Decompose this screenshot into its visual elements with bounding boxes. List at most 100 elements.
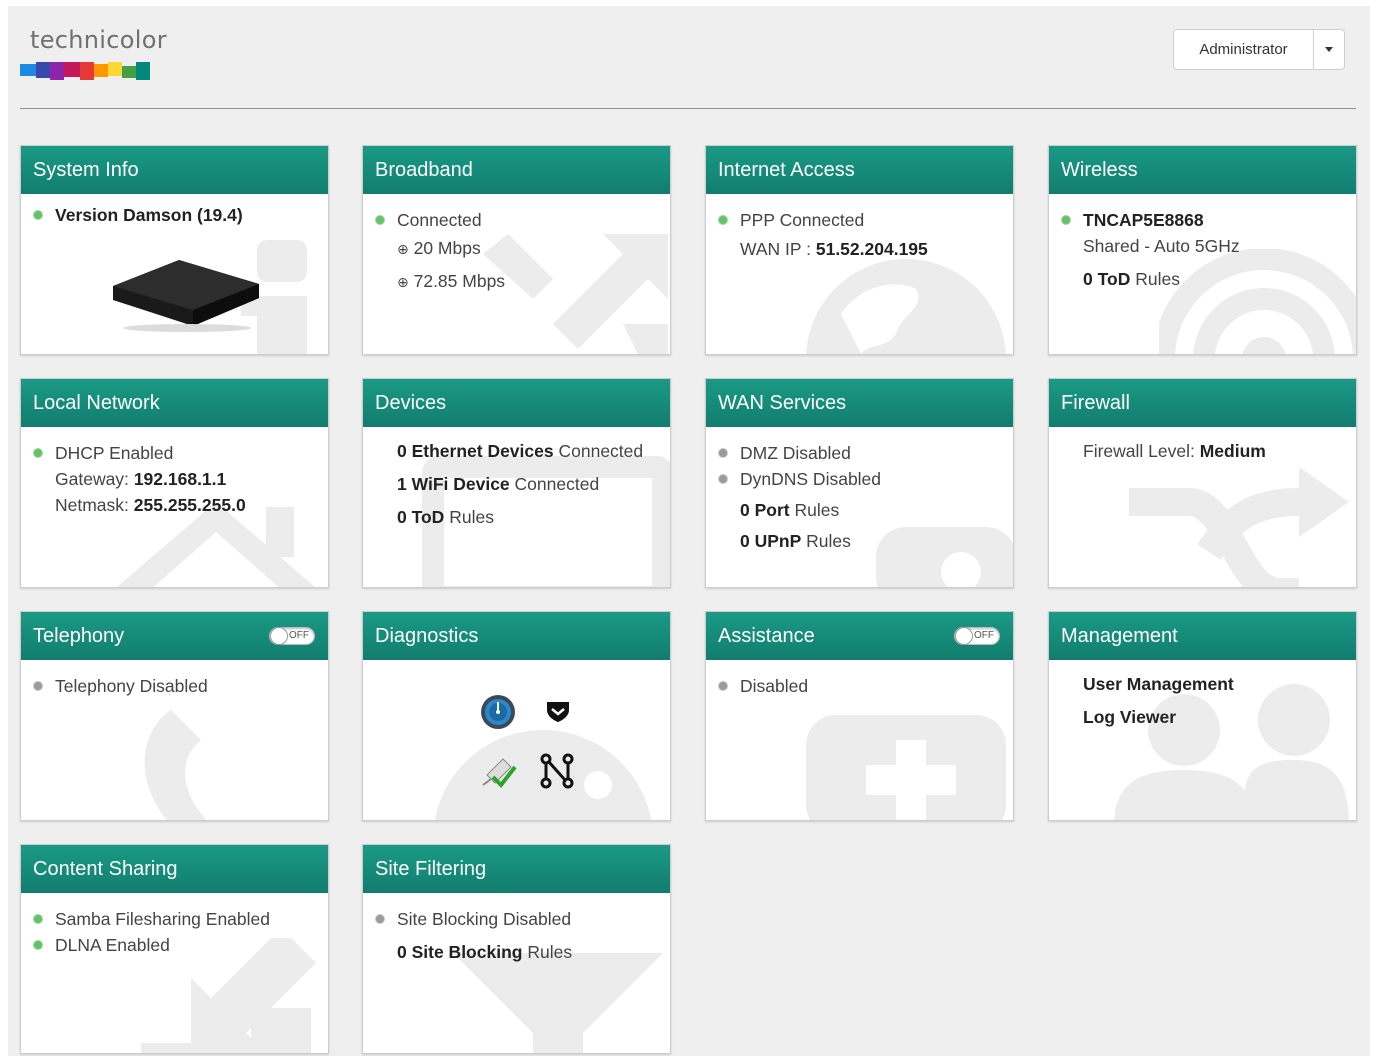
site-blocking-count: 0 Site Blocking [397,942,523,962]
card-title[interactable]: Content Sharing [21,845,328,893]
user-management-label[interactable]: User Management [1083,674,1234,694]
status-dot [718,448,728,458]
gateway-label: Gateway: [55,469,129,489]
firewall-level-label: Firewall Level: [1083,441,1195,461]
assistance-status: Disabled [740,676,809,696]
samba-line: Samba Filesharing Enabled [21,909,328,930]
download-speed-line: ⊕ 72.85 Mbps [363,271,670,292]
card-wireless[interactable]: Wireless TNCAP5E8868 Shared - Auto 5GHz … [1048,145,1357,355]
site-blocking-line: Site Blocking Disabled [363,909,670,930]
port-rules: Rules [794,500,840,520]
card-title[interactable]: Management [1049,612,1356,660]
dhcp-status: DHCP Enabled [55,443,174,463]
card-local-network[interactable]: Local Network DHCP Enabled Gateway: 192.… [20,378,329,588]
card-assistance[interactable]: Assistance OFF Disabled [705,611,1014,821]
globe-icon [806,259,1006,354]
status-dot [375,215,385,225]
tod-rules: Rules [1135,269,1180,289]
devices-tod-line: 0 ToD Rules [363,507,670,528]
card-title[interactable]: System Info [21,146,328,194]
version-line: Version Damson (19.4) [21,205,328,226]
internet-status-line: PPP Connected [706,210,1013,231]
card-title[interactable]: Devices [363,379,670,427]
card-diagnostics[interactable]: Diagnostics [362,611,671,821]
card-telephony[interactable]: Telephony OFF Telephony Disabled [20,611,329,821]
log-viewer-label[interactable]: Log Viewer [1083,707,1176,727]
card-title[interactable]: Telephony [33,625,124,648]
status-dot [718,681,728,691]
gateway-device-image [113,260,259,332]
status-dot [718,474,728,484]
internet-status: PPP Connected [740,210,865,230]
port-rules-line: 0 Port Rules [706,500,1013,521]
header-divider [20,108,1356,109]
toggle-knob [270,627,288,645]
status-dot [33,448,43,458]
users-icon [1114,684,1349,820]
download-arrow-icon: ⊕ [397,274,409,290]
site-blocking-rules: Rules [527,942,573,962]
card-title[interactable]: Broadband [363,146,670,194]
telephony-toggle[interactable]: OFF [269,627,315,645]
card-header[interactable]: Telephony OFF [21,612,328,660]
card-site-filtering[interactable]: Site Filtering Site Blocking Disabled 0 … [362,844,671,1054]
ethernet-devices-line: 0 Ethernet Devices Connected [363,441,670,462]
graph-icon[interactable] [540,753,576,789]
card-title[interactable]: Wireless [1049,146,1356,194]
card-firewall[interactable]: Firewall Firewall Level: Medium [1048,378,1357,588]
card-title[interactable]: Local Network [21,379,328,427]
dmz-status: DMZ Disabled [740,443,851,463]
tod-rules: Rules [449,507,494,527]
card-internet-access[interactable]: Internet Access PPP Connected WAN IP : 5… [705,145,1014,355]
site-blocking-rules-line: 0 Site Blocking Rules [363,942,670,963]
tod-label: ToD [1097,269,1131,289]
wireless-tod-line: 0 ToD Rules [1049,269,1356,290]
site-blocking-status: Site Blocking Disabled [397,909,572,929]
assistance-toggle[interactable]: OFF [954,627,1000,645]
version-text: Version Damson (19.4) [55,205,243,225]
wifi-signal-icon [1159,249,1356,354]
technicolor-logo: technicolor [20,26,170,90]
card-devices[interactable]: Devices 0 Ethernet Devices Connected 1 W… [362,378,671,588]
chevron-down-icon [1325,47,1333,52]
dyndns-line: DynDNS Disabled [706,469,1013,490]
toggle-knob [955,627,973,645]
network-check-icon[interactable] [479,755,519,791]
status-dot [33,940,43,950]
tod-count: 0 ToD [397,507,445,527]
card-title[interactable]: Internet Access [706,146,1013,194]
card-title[interactable]: WAN Services [706,379,1013,427]
user-menu-button[interactable]: Administrator [1173,29,1345,70]
netmask-label: Netmask: [55,495,129,515]
card-title[interactable]: Assistance [718,625,815,648]
upload-speed: 20 Mbps [413,238,481,258]
page: technicolor Administrator System Info Ve… [8,6,1370,1056]
dhcp-line: DHCP Enabled [21,443,328,464]
card-management[interactable]: Management User Management Log Viewer [1048,611,1357,821]
upload-speed-line: ⊕ 20 Mbps [363,238,670,259]
first-aid-icon [806,715,1006,820]
phone-icon [144,710,207,820]
wifi-status: Connected [514,474,600,494]
card-title[interactable]: Diagnostics [363,612,670,660]
log-viewer-link[interactable]: Log Viewer [1049,707,1356,728]
user-management-link[interactable]: User Management [1049,674,1356,695]
user-menu-label[interactable]: Administrator [1174,30,1314,69]
card-system-info[interactable]: System Info Version Damson (19.4) [20,145,329,355]
card-content-sharing[interactable]: Content Sharing Samba Filesharing Enable… [20,844,329,1054]
wireless-mode: Shared - Auto 5GHz [1083,236,1240,256]
card-title[interactable]: Firewall [1049,379,1356,427]
card-wan-services[interactable]: WAN Services DMZ Disabled DynDNS Disable… [705,378,1014,588]
upnp-rules: Rules [806,531,851,551]
user-menu-dropdown-toggle[interactable] [1314,30,1344,69]
dyndns-status: DynDNS Disabled [740,469,882,489]
card-broadband[interactable]: Broadband Connected ⊕ 20 Mbps ⊕ 72.85 Mb… [362,145,671,355]
pocket-icon[interactable] [545,700,571,724]
logo-text: technicolor [30,26,167,54]
card-title[interactable]: Site Filtering [363,845,670,893]
card-header[interactable]: Assistance OFF [706,612,1013,660]
tod-count: 0 [1083,269,1093,289]
dlna-status: DLNA Enabled [55,935,170,955]
gauge-icon[interactable] [480,694,516,730]
gateway-value: 192.168.1.1 [133,469,227,489]
